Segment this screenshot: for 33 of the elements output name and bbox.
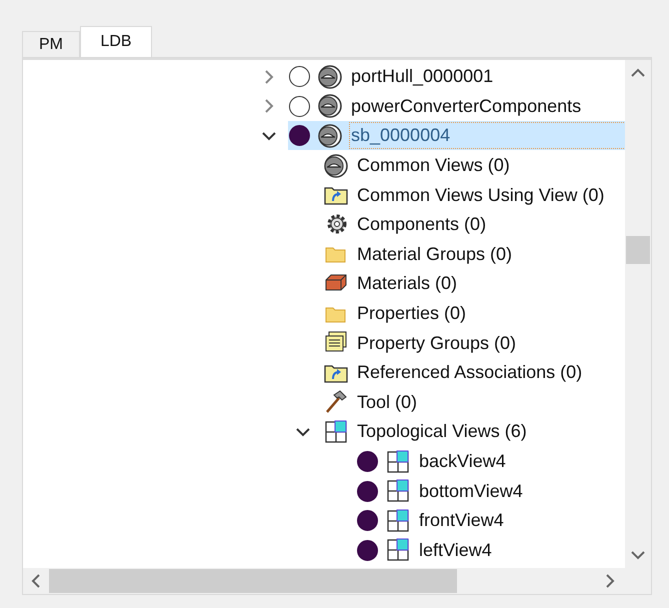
scroll-thumb[interactable] xyxy=(49,569,457,593)
tree-item[interactable]: Common Views Using View (0) xyxy=(356,182,606,208)
tree-item[interactable]: portHull_0000001 xyxy=(350,64,494,90)
tab[interactable]: PM xyxy=(22,31,80,57)
filled-radio[interactable] xyxy=(357,480,378,502)
scroll-left-icon[interactable] xyxy=(31,574,41,588)
empty-radio[interactable] xyxy=(289,66,310,88)
vertical-scrollbar[interactable] xyxy=(625,60,651,568)
filled-radio[interactable] xyxy=(357,510,378,532)
filled-radio[interactable] xyxy=(357,540,378,561)
empty-radio[interactable] xyxy=(289,96,310,117)
tree-item[interactable]: frontView4 xyxy=(418,508,505,534)
scroll-right-icon[interactable] xyxy=(605,574,615,588)
scroll-thumb[interactable] xyxy=(626,236,650,264)
tree-item[interactable]: Properties (0) xyxy=(356,301,468,326)
filled-radio[interactable] xyxy=(357,451,378,472)
scroll-down-icon[interactable] xyxy=(631,550,645,560)
scroll-up-icon[interactable] xyxy=(631,68,645,78)
horizontal-scrollbar[interactable] xyxy=(23,568,651,594)
tree-item[interactable]: Material Groups (0) xyxy=(356,242,514,267)
tree-item[interactable]: Topological Views (6) xyxy=(356,419,528,444)
tree-item[interactable]: leftView4 xyxy=(418,538,493,563)
tree-item[interactable]: bottomView4 xyxy=(418,478,524,504)
tree-item[interactable]: Components (0) xyxy=(356,212,488,238)
tree-item[interactable]: Materials (0) xyxy=(356,271,458,296)
tree-item[interactable]: Common Views (0) xyxy=(356,153,511,178)
tab[interactable]: LDB xyxy=(80,26,152,57)
filled-radio[interactable] xyxy=(289,125,310,146)
tree-item[interactable]: Tool (0) xyxy=(356,390,418,415)
tree-item[interactable]: Property Groups (0) xyxy=(356,330,518,356)
tree-item[interactable]: Referenced Associations (0) xyxy=(356,360,584,386)
tree-item[interactable]: powerConverterComponents xyxy=(350,94,582,119)
tree-item[interactable]: backView4 xyxy=(418,449,507,474)
